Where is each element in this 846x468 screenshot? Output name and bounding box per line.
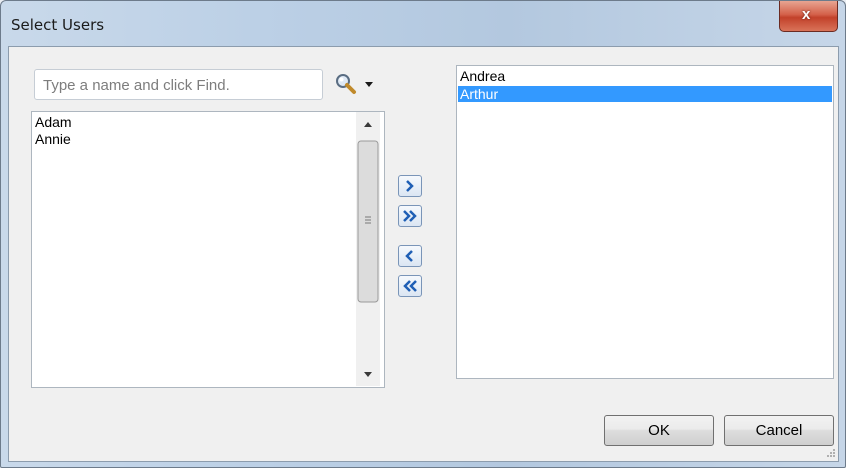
remove-selected-button[interactable] bbox=[398, 245, 422, 267]
chevron-right-icon bbox=[406, 180, 414, 192]
resize-grip-icon[interactable] bbox=[826, 448, 836, 458]
list-item[interactable]: Andrea bbox=[460, 68, 505, 84]
list-item-selected[interactable]: Arthur bbox=[458, 86, 832, 102]
scrollbar-graphic bbox=[357, 122, 379, 377]
search-input[interactable]: Type a name and click Find. bbox=[34, 69, 323, 100]
chevron-left-icon bbox=[405, 250, 413, 262]
search-icon bbox=[336, 74, 356, 94]
add-all-button[interactable] bbox=[398, 205, 422, 227]
available-users-list[interactable]: Adam Annie bbox=[31, 111, 385, 388]
double-chevron-right-icon bbox=[403, 210, 417, 222]
close-icon: x bbox=[802, 6, 811, 23]
window-title: Select Users bbox=[11, 16, 105, 34]
chevron-down-icon bbox=[365, 82, 373, 87]
remove-all-button[interactable] bbox=[398, 275, 422, 297]
list-item[interactable]: Adam bbox=[35, 114, 72, 130]
add-selected-button[interactable] bbox=[398, 175, 422, 197]
scroll-up-arrow-icon bbox=[364, 122, 372, 127]
close-button[interactable]: x bbox=[779, 1, 838, 32]
double-chevron-left-icon bbox=[403, 280, 417, 292]
vertical-scrollbar[interactable] bbox=[356, 112, 380, 386]
title-bar[interactable]: Select Users x bbox=[1, 1, 845, 47]
search-placeholder: Type a name and click Find. bbox=[43, 77, 230, 94]
scroll-thumb bbox=[357, 140, 379, 303]
ok-button[interactable]: OK bbox=[604, 415, 714, 446]
cancel-button[interactable]: Cancel bbox=[724, 415, 834, 446]
scroll-down-arrow-icon bbox=[364, 372, 372, 377]
selected-users-list[interactable]: Andrea Arthur bbox=[456, 65, 834, 379]
find-button[interactable] bbox=[330, 69, 382, 100]
list-item[interactable]: Annie bbox=[35, 131, 71, 147]
